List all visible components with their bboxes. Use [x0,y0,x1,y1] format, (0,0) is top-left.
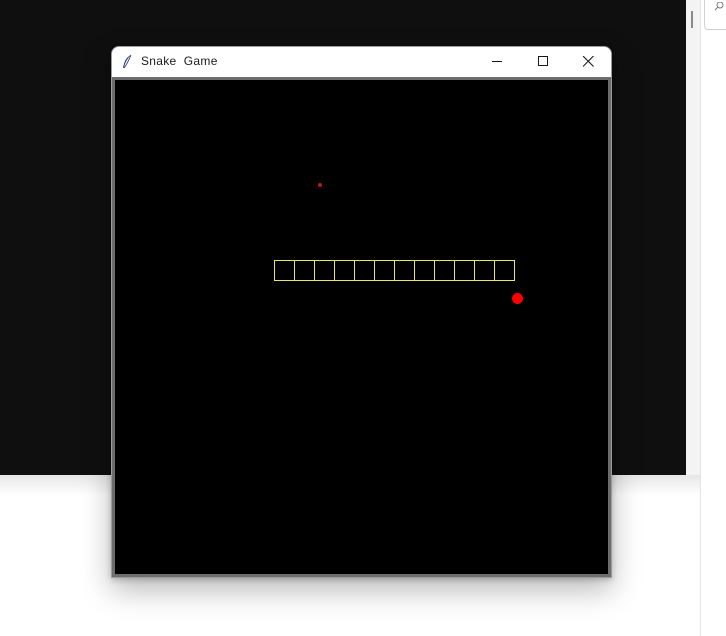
background-right-panel [700,0,726,636]
close-button[interactable] [565,47,611,77]
snake-segment [274,260,295,281]
minimize-button[interactable] [474,47,520,77]
food-small [318,183,322,187]
window-title: Snake Game [141,54,218,68]
snake-segment [454,260,475,281]
maximize-icon [538,56,548,66]
food [512,293,523,304]
snake-segment [354,260,375,281]
background-scrollbar[interactable] [686,0,700,475]
snake-segment [474,260,495,281]
close-icon [583,56,594,67]
title-bar[interactable]: Snake Game [112,47,611,77]
snake-segment [294,260,315,281]
snake-segment [434,260,455,281]
game-window: Snake Game [111,46,612,578]
snake-segment [314,260,335,281]
snake-segment [414,260,435,281]
feather-icon [123,54,132,69]
snake-segment [374,260,395,281]
snake-segment [334,260,355,281]
minimize-icon [492,61,502,62]
snake-segment [394,260,415,281]
maximize-button[interactable] [520,47,566,77]
search-icon[interactable] [714,2,724,12]
game-canvas[interactable] [115,80,608,574]
background-scrollbar-thumb[interactable] [691,11,693,28]
snake-head [494,260,515,281]
desktop: Snake Game [0,0,726,636]
canvas-border [112,77,611,577]
